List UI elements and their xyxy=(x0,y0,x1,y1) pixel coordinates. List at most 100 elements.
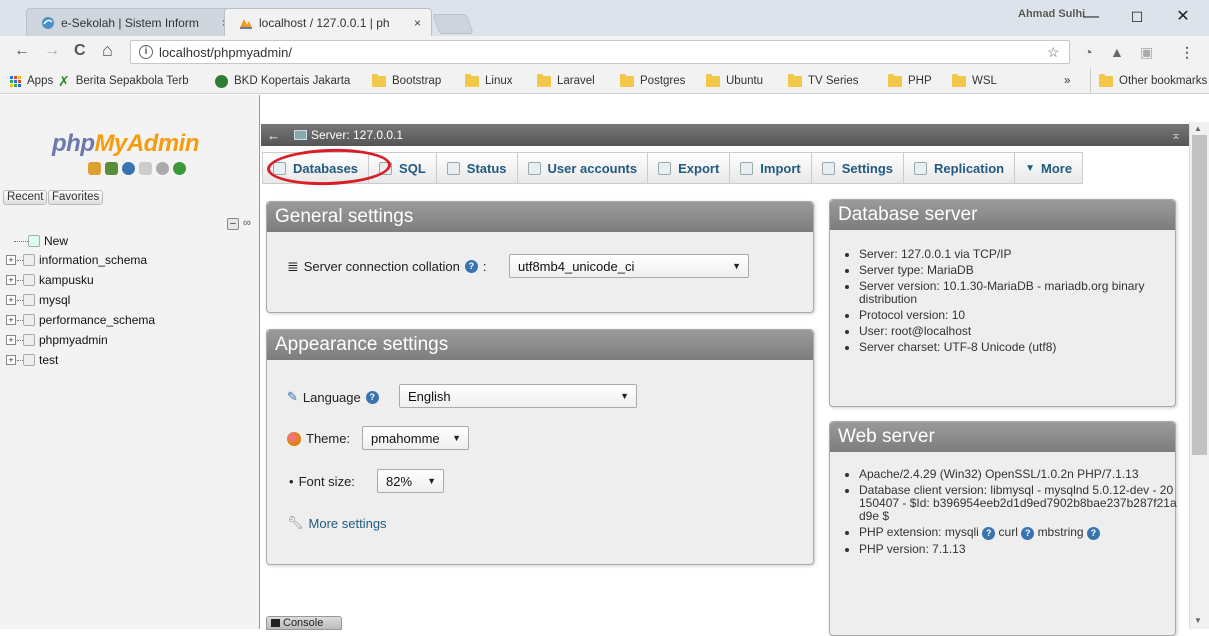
more-bookmarks-button[interactable]: » xyxy=(1064,68,1070,94)
back-icon[interactable]: ← xyxy=(14,42,30,60)
docs-icon[interactable] xyxy=(139,162,152,175)
new-tab-button[interactable] xyxy=(432,14,474,34)
more-settings-link[interactable]: 🔧︎ More settings xyxy=(287,515,387,531)
bookmark-apps[interactable]: Apps xyxy=(10,68,53,94)
close-window-icon[interactable]: ✕ xyxy=(1168,6,1198,28)
scrollbar-thumb[interactable] xyxy=(1192,135,1207,455)
bookmark-label: Laravel xyxy=(557,75,595,87)
bookmark-bkd[interactable]: BKD Kopertais Jakarta xyxy=(215,68,350,94)
tab-esekolah[interactable]: e-Sekolah | Sistem Inform × xyxy=(26,8,240,36)
drive-icon[interactable]: ▲ xyxy=(1110,44,1124,60)
reload-icon[interactable]: C xyxy=(74,42,86,60)
bookmark-folder-postgres[interactable]: Postgres xyxy=(620,68,685,94)
reload-icon[interactable] xyxy=(173,162,186,175)
tab-replication[interactable]: Replication xyxy=(903,152,1015,184)
tab-label: SQL xyxy=(399,160,426,176)
extension-gauge-icon[interactable]: ◔ xyxy=(1084,44,1092,60)
bookmark-label: Other bookmarks xyxy=(1119,75,1208,87)
database-icon xyxy=(23,354,35,366)
collation-select[interactable]: utf8mb4_unicode_ci ▼ xyxy=(509,254,749,278)
list-item: PHP version: 7.1.13 xyxy=(859,543,1178,556)
expand-icon[interactable]: + xyxy=(6,295,16,305)
bookmark-berita[interactable]: ✗ Berita Sepakbola Terb xyxy=(58,68,189,94)
list-item: Database client version: libmysql - mysq… xyxy=(859,484,1178,523)
bookmark-folder-wsl[interactable]: WSL xyxy=(952,68,997,94)
expand-icon[interactable]: + xyxy=(6,275,16,285)
tab-status[interactable]: Status xyxy=(435,152,517,184)
bookmark-folder-laravel[interactable]: Laravel xyxy=(537,68,595,94)
tree-item-phpmyadmin[interactable]: + phpmyadmin xyxy=(6,331,108,349)
forward-icon[interactable]: → xyxy=(44,42,60,60)
expand-icon[interactable]: + xyxy=(6,355,16,365)
expand-icon[interactable]: + xyxy=(6,315,16,325)
phpmyadmin-logo[interactable]: phpMyAdmin xyxy=(52,130,199,158)
link-icon[interactable]: ∞ xyxy=(243,217,251,229)
address-bar[interactable]: i localhost/phpmyadmin/ xyxy=(130,40,1070,64)
scroll-up-icon[interactable]: ▲ xyxy=(1194,124,1202,133)
bookmark-folder-ubuntu[interactable]: Ubuntu xyxy=(706,68,763,94)
site-logo-icon xyxy=(215,74,228,88)
bookmark-folder-linux[interactable]: Linux xyxy=(465,68,513,94)
help-icon[interactable]: ? xyxy=(1086,527,1100,540)
bookmark-star-icon[interactable]: ☆ xyxy=(1047,44,1060,61)
language-select[interactable]: English ▼ xyxy=(399,384,637,408)
scroll-top-icon[interactable]: ⌅ xyxy=(1171,128,1181,142)
dropdown-arrow-icon: ▼ xyxy=(1025,162,1036,174)
help-icon[interactable]: ? xyxy=(464,260,478,273)
minimize-icon[interactable]: — xyxy=(1076,6,1106,28)
help-icon[interactable]: ? xyxy=(982,527,996,540)
logout-icon[interactable] xyxy=(105,162,118,175)
theme-select[interactable]: pmahomme ▼ xyxy=(362,426,469,450)
scroll-down-icon[interactable]: ▼ xyxy=(1194,616,1202,625)
expand-icon[interactable]: + xyxy=(6,335,16,345)
home-icon[interactable]: ⌂ xyxy=(102,40,113,61)
list-item: Server: 127.0.0.1 via TCP/IP xyxy=(859,248,1168,261)
tree-item-new[interactable]: New xyxy=(6,232,68,250)
tab-phpmyadmin[interactable]: localhost / 127.0.0.1 | ph × xyxy=(224,8,432,36)
font-size-select[interactable]: 82% ▼ xyxy=(377,469,444,493)
tree-item-performance-schema[interactable]: + performance_schema xyxy=(6,311,155,329)
database-server-info: Server: 127.0.0.1 via TCP/IP Server type… xyxy=(843,248,1168,357)
bookmark-label: WSL xyxy=(972,75,997,87)
tab-close-icon[interactable]: × xyxy=(414,16,421,30)
tab-more[interactable]: ▼ More xyxy=(1014,152,1084,184)
tree-item-mysql[interactable]: + mysql xyxy=(6,291,70,309)
favorites-tab[interactable]: Favorites xyxy=(48,190,104,205)
dropdown-arrow-icon: ▼ xyxy=(732,261,741,271)
tree-item-test[interactable]: + test xyxy=(6,351,58,369)
other-bookmarks-folder[interactable]: Other bookmarks xyxy=(1090,68,1207,94)
bookmark-folder-tvseries[interactable]: TV Series xyxy=(788,68,859,94)
bookmark-folder-bootstrap[interactable]: Bootstrap xyxy=(372,68,441,94)
list-item: Apache/2.4.29 (Win32) OpenSSL/1.0.2n PHP… xyxy=(859,468,1149,481)
collapse-nav-icon[interactable]: ← xyxy=(267,128,280,143)
panel-title: Database server xyxy=(830,200,1175,230)
settings-gear-icon[interactable] xyxy=(156,162,169,175)
help-icon[interactable]: ? xyxy=(365,390,379,404)
help-icon[interactable]: ? xyxy=(1021,527,1035,540)
select-value: 82% xyxy=(386,473,413,489)
recent-tab[interactable]: Recent xyxy=(3,190,48,205)
extension-icon[interactable]: ▣ xyxy=(1140,44,1153,61)
collapse-all-icon[interactable]: – xyxy=(227,218,239,230)
select-value: pmahomme xyxy=(371,430,440,446)
tab-export[interactable]: Export xyxy=(647,152,730,184)
help-icon[interactable] xyxy=(122,162,135,175)
web-server-info: Apache/2.4.29 (Win32) OpenSSL/1.0.2n PHP… xyxy=(843,468,1178,559)
expand-icon[interactable]: + xyxy=(6,255,16,265)
console-toggle[interactable]: Console xyxy=(266,616,342,630)
folder-icon xyxy=(788,73,802,87)
tab-settings[interactable]: Settings xyxy=(810,152,904,184)
bookmark-folder-php[interactable]: PHP xyxy=(888,68,932,94)
maximize-icon[interactable]: ☐ xyxy=(1122,6,1152,28)
home-icon[interactable] xyxy=(88,162,101,175)
tab-label: More xyxy=(1041,160,1073,176)
tree-item-kampusku[interactable]: + kampusku xyxy=(6,271,94,289)
tab-user-accounts[interactable]: User accounts xyxy=(516,152,648,184)
bookmarks-bar: Apps ✗ Berita Sepakbola Terb BKD Koperta… xyxy=(0,68,1209,94)
server-link[interactable]: Server: 127.0.0.1 xyxy=(311,128,403,142)
menu-kebab-icon[interactable]: ⋮ xyxy=(1180,44,1194,61)
tree-item-information-schema[interactable]: + information_schema xyxy=(6,251,147,269)
panel-title: Web server xyxy=(830,422,1175,452)
tab-import[interactable]: Import xyxy=(729,152,811,184)
info-icon[interactable]: i xyxy=(139,45,153,59)
